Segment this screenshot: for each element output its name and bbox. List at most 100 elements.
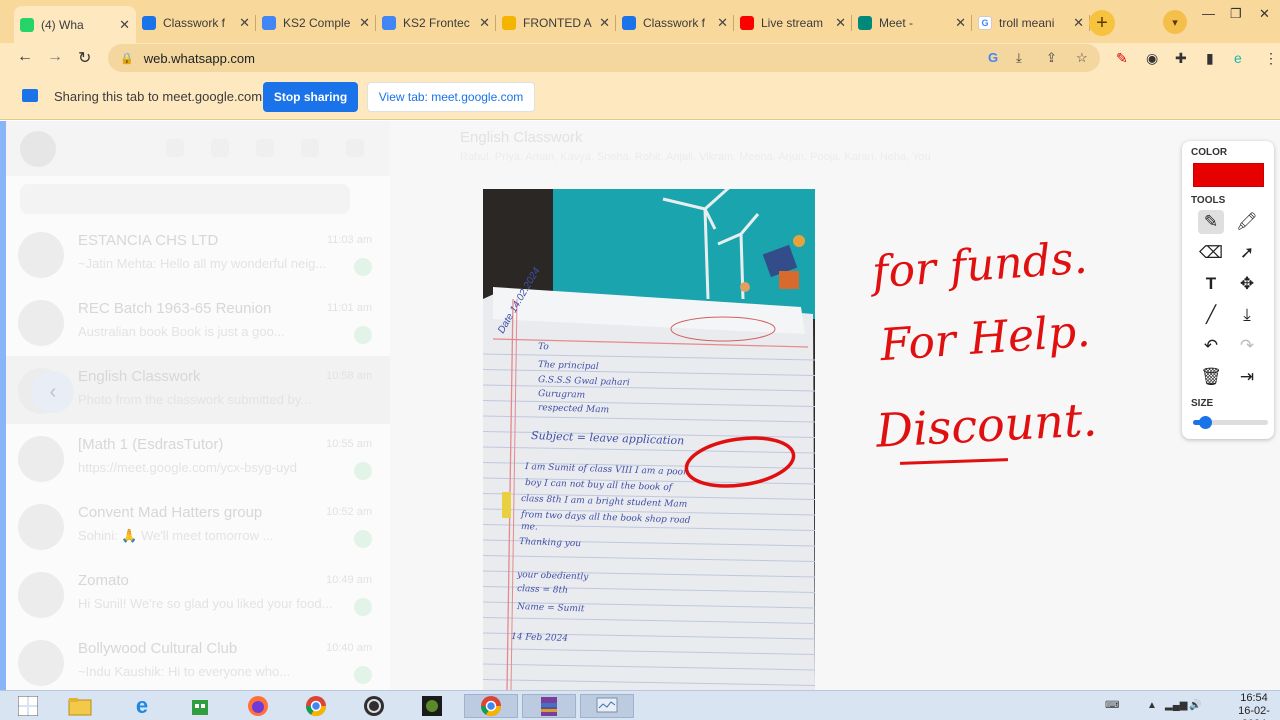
- new-tab-button[interactable]: +: [1089, 10, 1115, 36]
- download-icon[interactable]: ⤓: [1234, 303, 1260, 327]
- tab-whatsapp[interactable]: (4) Wha ✕: [14, 6, 136, 43]
- store-icon[interactable]: [186, 694, 214, 718]
- tab-google[interactable]: Gtroll meani ✕: [972, 8, 1090, 38]
- browser-menu-icon[interactable]: ⋮: [1264, 50, 1278, 67]
- winrar-icon[interactable]: [522, 694, 576, 718]
- view-tab-button[interactable]: View tab: meet.google.com: [367, 82, 535, 112]
- clock-date: 16-02-2024: [1238, 705, 1270, 720]
- highlighter-icon[interactable]: 🖍: [1234, 210, 1260, 234]
- back-icon[interactable]: ←: [17, 48, 33, 66]
- tab-close-icon[interactable]: ✕: [1073, 15, 1084, 31]
- chat-list-item[interactable]: REC Batch 1963-65 Reunion Australian book…: [6, 288, 390, 356]
- monitor-app-icon[interactable]: [580, 694, 634, 718]
- chat-list-item[interactable]: Convent Mad Hatters group Sohini: 🙏 We'll…: [6, 492, 390, 560]
- windows-start-icon[interactable]: [14, 694, 42, 718]
- firefox-icon[interactable]: [244, 694, 272, 718]
- restore-icon[interactable]: ❐: [1230, 6, 1242, 22]
- undo-icon[interactable]: ↶: [1198, 334, 1224, 358]
- internet-explorer-icon[interactable]: e: [128, 693, 156, 718]
- chat-list-item[interactable]: Zomato Hi Sunil! We're so glad you liked …: [6, 560, 390, 628]
- tab-hand[interactable]: FRONTED A ✕: [496, 8, 616, 38]
- color-swatch[interactable]: [1193, 163, 1264, 187]
- file-explorer-icon[interactable]: [66, 694, 94, 718]
- lock-icon[interactable]: 🔒: [120, 52, 134, 65]
- tab-meet[interactable]: Meet - ✕: [852, 8, 972, 38]
- menu-icon[interactable]: [346, 139, 364, 157]
- chrome-active-icon[interactable]: [464, 694, 518, 718]
- minimize-icon[interactable]: —: [1202, 6, 1215, 21]
- url-text: web.whatsapp.com: [143, 50, 255, 66]
- tab-close-icon[interactable]: ✕: [119, 17, 130, 33]
- profile-avatar[interactable]: [20, 131, 56, 167]
- whatsapp-icon: [20, 17, 34, 32]
- tab-close-icon[interactable]: ✕: [479, 15, 490, 31]
- tab-title: KS2 Comple: [283, 16, 351, 30]
- tab-close-icon[interactable]: ✕: [599, 15, 610, 31]
- edge-extension-icon[interactable]: e: [1234, 50, 1242, 66]
- slider-knob[interactable]: [1198, 416, 1212, 429]
- side-panel-icon[interactable]: ▮: [1206, 50, 1214, 67]
- install-icon[interactable]: ⤓: [1016, 50, 1022, 66]
- chat-list-item[interactable]: Bollywood Cultural Club ~Indu Kaushik: Hi…: [6, 628, 390, 690]
- system-clock[interactable]: 16:5416-02-2024: [1228, 692, 1280, 720]
- text-icon[interactable]: T: [1198, 272, 1224, 296]
- status-icon[interactable]: [211, 139, 229, 157]
- network-icon[interactable]: ▂▄▆: [1165, 700, 1187, 711]
- google-lens-icon[interactable]: G: [988, 50, 998, 65]
- reload-icon[interactable]: ↻: [78, 48, 91, 68]
- tab-search-icon[interactable]: ▾: [1163, 10, 1187, 34]
- tab-classroom[interactable]: Classwork f ✕: [616, 8, 734, 38]
- move-icon[interactable]: ✥: [1234, 272, 1260, 296]
- line-icon[interactable]: ╱: [1198, 303, 1224, 327]
- chat-time: 10:58 am: [326, 370, 372, 382]
- stop-sharing-button[interactable]: Stop sharing: [263, 82, 358, 112]
- tab-close-icon[interactable]: ✕: [955, 15, 966, 31]
- tab-sharing-bar: Sharing this tab to meet.google.com Stop…: [0, 73, 1280, 120]
- tools-label: TOOLS: [1191, 195, 1226, 206]
- eraser-icon[interactable]: ⌫: [1198, 241, 1224, 265]
- bookmark-star-icon[interactable]: ☆: [1076, 50, 1088, 66]
- camera-extension-icon[interactable]: ◉: [1146, 50, 1158, 67]
- search-chats-input[interactable]: [20, 184, 350, 214]
- conversation-title[interactable]: English Classwork: [460, 129, 583, 146]
- tab-close-icon[interactable]: ✕: [717, 15, 728, 31]
- pen-icon[interactable]: ✎: [1198, 210, 1224, 234]
- size-label: SIZE: [1191, 398, 1214, 409]
- keyboard-icon[interactable]: ⌨: [1105, 700, 1119, 711]
- pen-extension-icon[interactable]: ✎: [1116, 50, 1128, 67]
- tab-close-icon[interactable]: ✕: [239, 15, 250, 31]
- address-bar[interactable]: 🔒 web.whatsapp.com G ⤓ ⇪ ☆: [108, 44, 1100, 72]
- volume-icon[interactable]: 🔊: [1189, 700, 1201, 711]
- chat-list-item[interactable]: ESTANCIA CHS LTD ~Jatin Mehta: Hello all …: [6, 220, 390, 288]
- size-slider[interactable]: [1193, 416, 1268, 429]
- chat-list-item[interactable]: [Math 1 (EsdrasTutor) https://meet.google…: [6, 424, 390, 492]
- chat-preview: Australian book Book is just a goo...: [78, 324, 285, 339]
- exit-icon[interactable]: ⇥: [1234, 365, 1260, 389]
- tray-arrow-icon[interactable]: ▲: [1147, 700, 1157, 711]
- trash-icon[interactable]: 🗑: [1198, 365, 1224, 389]
- tab-docs[interactable]: KS2 Frontec ✕: [376, 8, 496, 38]
- forward-icon[interactable]: →: [47, 48, 63, 66]
- pointer-icon[interactable]: ➚: [1234, 241, 1260, 265]
- tab-close-icon[interactable]: ✕: [359, 15, 370, 31]
- letter-line: To: [538, 342, 550, 352]
- collapse-arrow-icon[interactable]: ‹: [32, 371, 74, 413]
- close-window-icon[interactable]: ✕: [1259, 6, 1270, 22]
- chat-avatar: [18, 504, 64, 550]
- tab-youtube[interactable]: Live stream ✕: [734, 8, 852, 38]
- share-icon[interactable]: ⇪: [1046, 50, 1057, 66]
- chrome-icon[interactable]: [302, 694, 330, 718]
- communities-icon[interactable]: [166, 139, 184, 157]
- new-chat-icon[interactable]: [301, 139, 319, 157]
- extensions-puzzle-icon[interactable]: ✚: [1175, 50, 1187, 67]
- obs-icon[interactable]: [360, 694, 388, 718]
- channels-icon[interactable]: [256, 139, 274, 157]
- letter-line: The principal: [538, 360, 599, 372]
- tab-close-icon[interactable]: ✕: [835, 15, 846, 31]
- tab-docs[interactable]: KS2 Comple ✕: [256, 8, 376, 38]
- tab-classroom[interactable]: Classwork f ✕: [136, 8, 256, 38]
- chat-name: Bollywood Cultural Club: [78, 640, 238, 657]
- camera-app-icon[interactable]: [418, 694, 446, 718]
- redo-icon[interactable]: ↷: [1234, 334, 1260, 358]
- letter-photo[interactable]: To The principal G.S.S.S Gwal pahari Gurugr…: [483, 189, 815, 690]
